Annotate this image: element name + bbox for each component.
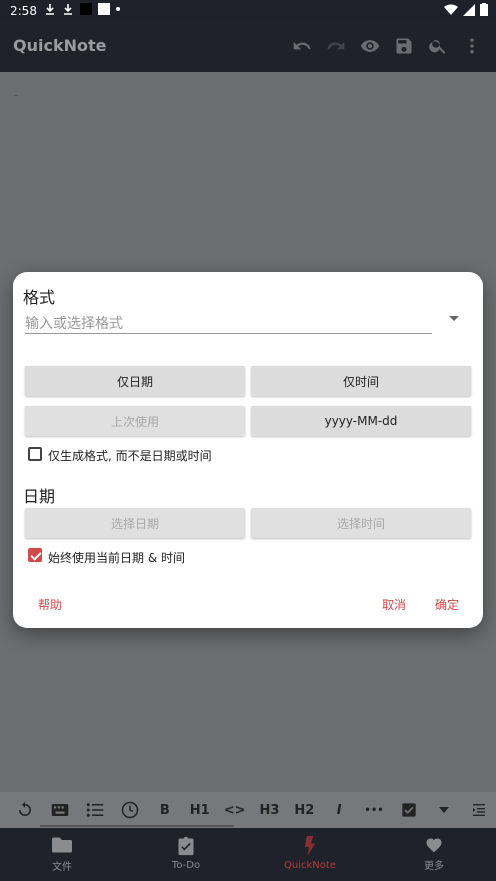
ok-button[interactable]: 确定 [435,596,459,613]
heart-icon [426,838,442,853]
code-button[interactable]: <> [217,792,252,828]
battery-icon [480,3,488,16]
select-time-button[interactable]: 选择时间 [251,508,471,538]
app-bar: QuickNote [0,22,496,72]
bottom-navigation: 文件 To-Do QuickNote 更多 [0,828,496,881]
redo-icon[interactable] [324,34,348,58]
tab-label: 文件 [52,862,72,873]
h3-button[interactable]: H3 [252,792,287,828]
tab-todo[interactable]: To-Do [124,828,248,881]
h2-button[interactable]: H2 [287,792,322,828]
date-only-button[interactable]: 仅日期 [25,366,245,396]
rotate-icon[interactable] [8,792,43,828]
status-bar: 2:58 [0,0,496,22]
date-time-format-dialog: 格式 输入或选择格式 仅日期 仅时间 上次使用 yyyy-MM-dd 仅生成格式… [13,272,483,628]
flash-icon [305,836,315,856]
always-current-label: 始终使用当前日期 & 时间 [48,551,185,565]
format-only-checkbox[interactable] [28,447,42,461]
wifi-icon [444,3,458,15]
preset-format-button[interactable]: yyyy-MM-dd [251,406,471,436]
notification-icons [44,3,120,15]
format-input[interactable]: 输入或选择格式 [25,310,432,334]
appbar-actions [290,34,484,58]
indent-icon[interactable] [461,792,496,828]
editor-content: - [14,88,19,102]
tab-files[interactable]: 文件 [0,828,124,881]
tab-more[interactable]: 更多 [372,828,496,881]
tab-label: QuickNote [284,860,336,871]
date-heading: 日期 [23,487,56,506]
search-icon[interactable] [426,34,450,58]
list-icon[interactable] [78,792,113,828]
tab-label: 更多 [424,861,444,872]
chevron-down-icon[interactable] [449,316,459,321]
bold-button[interactable]: B [147,792,182,828]
dropdown-icon[interactable] [426,792,461,828]
download-icon [46,4,54,15]
select-date-button[interactable]: 选择日期 [25,508,245,538]
app-title: QuickNote [13,36,107,55]
time-only-button[interactable]: 仅时间 [251,366,471,396]
more-vert-icon[interactable] [460,34,484,58]
system-icons [444,3,488,16]
italic-button[interactable]: I [322,792,357,828]
format-heading: 格式 [23,288,56,307]
undo-icon[interactable] [290,34,314,58]
tab-quicknote[interactable]: QuickNote [248,828,372,881]
dot-icon [116,7,120,11]
always-current-checkbox[interactable] [28,548,42,562]
folder-icon [52,837,72,853]
format-only-label: 仅生成格式, 而不是日期或时间 [48,449,212,463]
black-square-icon [80,3,92,15]
signal-icon [463,3,475,16]
white-square-icon [98,3,110,15]
keyboard-icon[interactable] [43,792,78,828]
toolbar-scroll-indicator [40,825,234,827]
help-button[interactable]: 帮助 [38,596,62,613]
h1-button[interactable]: H1 [182,792,217,828]
checkbox-icon[interactable] [391,792,426,828]
last-used-button[interactable]: 上次使用 [25,406,245,436]
markdown-toolbar: B H1 <> H3 H2 I ••• [0,792,496,828]
clock-icon[interactable] [113,792,148,828]
cancel-button[interactable]: 取消 [382,596,406,613]
more-horiz-button[interactable]: ••• [357,792,392,828]
save-icon[interactable] [392,34,416,58]
status-time: 2:58 [10,4,37,18]
tab-label: To-Do [171,860,201,871]
eye-icon[interactable] [358,34,382,58]
download-icon [64,4,72,15]
clipboard-check-icon [178,836,194,856]
